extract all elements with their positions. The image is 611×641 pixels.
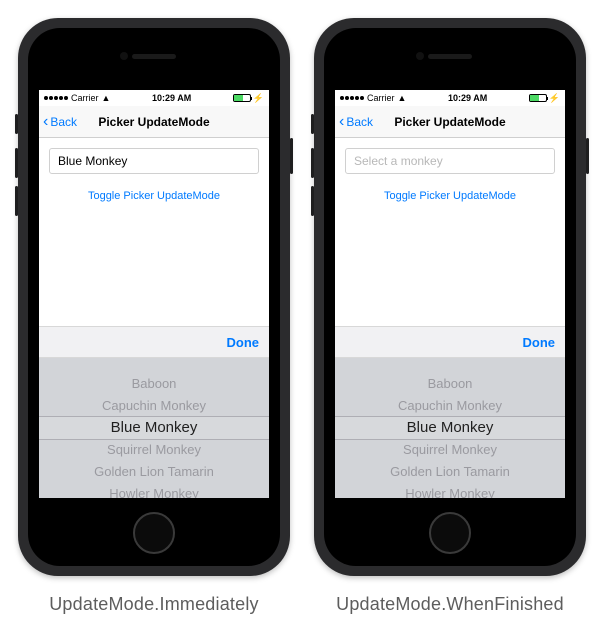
nav-bar: ‹ Back Picker UpdateMode xyxy=(39,106,269,138)
earpiece xyxy=(132,54,176,59)
phone-bezel: Carrier ▲ 10:29 AM ⚡ ‹ Back xyxy=(324,28,576,566)
toggle-updatemode-button[interactable]: Toggle Picker UpdateMode xyxy=(49,190,259,202)
picker-item[interactable]: Capuchin Monkey xyxy=(398,394,502,416)
phone-left-wrap: Carrier ▲ 10:29 AM ⚡ ‹ Back xyxy=(18,18,290,615)
back-label: Back xyxy=(50,115,77,129)
caption-left: UpdateMode.Immediately xyxy=(49,594,259,615)
earpiece xyxy=(428,54,472,59)
volume-down xyxy=(15,186,18,216)
picker-item[interactable]: Squirrel Monkey xyxy=(107,438,201,460)
chevron-left-icon: ‹ xyxy=(43,114,48,130)
picker-item[interactable]: Baboon xyxy=(428,372,473,394)
picker-items: Baboon Capuchin Monkey Blue Monkey Squir… xyxy=(335,358,565,498)
picker-item[interactable]: Squirrel Monkey xyxy=(403,438,497,460)
wifi-icon: ▲ xyxy=(102,93,111,103)
power-button xyxy=(586,138,589,174)
content-area: Blue Monkey Toggle Picker UpdateMode xyxy=(39,138,269,202)
content-area: Select a monkey Toggle Picker UpdateMode xyxy=(335,138,565,202)
carrier-label: Carrier xyxy=(71,93,99,103)
front-camera xyxy=(120,52,128,60)
status-right: ⚡ xyxy=(233,93,264,104)
charging-icon: ⚡ xyxy=(549,93,560,104)
done-button[interactable]: Done xyxy=(227,335,260,350)
power-button xyxy=(290,138,293,174)
picker-item[interactable]: Golden Lion Tamarin xyxy=(94,460,214,482)
front-camera xyxy=(416,52,424,60)
mute-switch xyxy=(15,114,18,134)
picker-item-selected[interactable]: Blue Monkey xyxy=(407,416,494,438)
signal-icon xyxy=(44,96,68,100)
home-button[interactable] xyxy=(133,512,175,554)
signal-icon xyxy=(340,96,364,100)
picker-items: Baboon Capuchin Monkey Blue Monkey Squir… xyxy=(39,358,269,498)
picker-wheel[interactable]: Baboon Capuchin Monkey Blue Monkey Squir… xyxy=(39,358,269,498)
picker-panel: Done Baboon Capuchin Monkey Blue Monkey … xyxy=(39,326,269,498)
battery-icon xyxy=(233,94,251,102)
status-bar: Carrier ▲ 10:29 AM ⚡ xyxy=(39,90,269,106)
back-button[interactable]: ‹ Back xyxy=(335,114,373,130)
selection-field[interactable]: Blue Monkey xyxy=(49,148,259,174)
battery-icon xyxy=(529,94,547,102)
back-label: Back xyxy=(346,115,373,129)
wifi-icon: ▲ xyxy=(398,93,407,103)
comparison-layout: Carrier ▲ 10:29 AM ⚡ ‹ Back xyxy=(0,0,611,633)
status-right: ⚡ xyxy=(529,93,560,104)
nav-bar: ‹ Back Picker UpdateMode xyxy=(335,106,565,138)
picker-item[interactable]: Howler Monkey xyxy=(405,482,495,498)
phone-bezel: Carrier ▲ 10:29 AM ⚡ ‹ Back xyxy=(28,28,280,566)
home-button[interactable] xyxy=(429,512,471,554)
picker-item-selected[interactable]: Blue Monkey xyxy=(111,416,198,438)
picker-item[interactable]: Howler Monkey xyxy=(109,482,199,498)
picker-toolbar: Done xyxy=(39,326,269,358)
screen-right: Carrier ▲ 10:29 AM ⚡ ‹ Back xyxy=(335,90,565,498)
clock-label: 10:29 AM xyxy=(152,93,191,103)
phone-right-wrap: Carrier ▲ 10:29 AM ⚡ ‹ Back xyxy=(314,18,586,615)
status-bar: Carrier ▲ 10:29 AM ⚡ xyxy=(335,90,565,106)
volume-up xyxy=(15,148,18,178)
back-button[interactable]: ‹ Back xyxy=(39,114,77,130)
phone-frame-right: Carrier ▲ 10:29 AM ⚡ ‹ Back xyxy=(314,18,586,576)
carrier-label: Carrier xyxy=(367,93,395,103)
picker-item[interactable]: Baboon xyxy=(132,372,177,394)
phone-frame-left: Carrier ▲ 10:29 AM ⚡ ‹ Back xyxy=(18,18,290,576)
chevron-left-icon: ‹ xyxy=(339,114,344,130)
done-button[interactable]: Done xyxy=(523,335,556,350)
picker-toolbar: Done xyxy=(335,326,565,358)
screen-left: Carrier ▲ 10:29 AM ⚡ ‹ Back xyxy=(39,90,269,498)
mute-switch xyxy=(311,114,314,134)
status-left: Carrier ▲ xyxy=(44,93,110,103)
picker-item[interactable]: Capuchin Monkey xyxy=(102,394,206,416)
clock-label: 10:29 AM xyxy=(448,93,487,103)
picker-wheel[interactable]: Baboon Capuchin Monkey Blue Monkey Squir… xyxy=(335,358,565,498)
status-left: Carrier ▲ xyxy=(340,93,406,103)
volume-up xyxy=(311,148,314,178)
charging-icon: ⚡ xyxy=(253,93,264,104)
selection-field[interactable]: Select a monkey xyxy=(345,148,555,174)
volume-down xyxy=(311,186,314,216)
picker-panel: Done Baboon Capuchin Monkey Blue Monkey … xyxy=(335,326,565,498)
picker-item[interactable]: Golden Lion Tamarin xyxy=(390,460,510,482)
caption-right: UpdateMode.WhenFinished xyxy=(336,594,564,615)
toggle-updatemode-button[interactable]: Toggle Picker UpdateMode xyxy=(345,190,555,202)
